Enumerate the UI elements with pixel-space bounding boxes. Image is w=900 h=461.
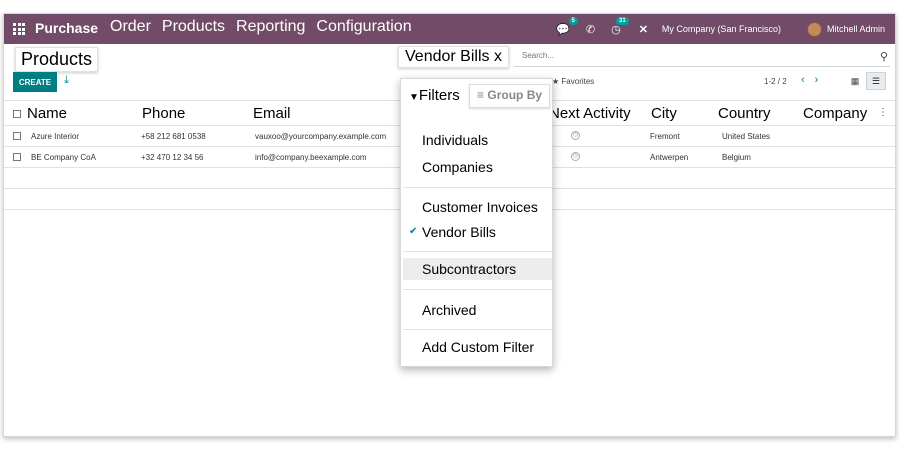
chat-badge: 5	[568, 16, 578, 25]
cell-city: Antwerpen	[650, 153, 689, 162]
pager-nav: ‹ ›	[801, 74, 818, 86]
filter-customer-invoices[interactable]: Customer Invoices	[422, 199, 538, 215]
page-title: Products	[15, 47, 99, 72]
row-checkbox[interactable]	[13, 132, 21, 140]
chat-icon[interactable]: 💬 5	[556, 16, 578, 36]
phone-icon[interactable]: ✆	[586, 23, 595, 36]
divider	[403, 329, 552, 330]
list-view-icon[interactable]: ☰	[866, 72, 886, 90]
cell-email: vauxoo@yourcompany.example.com	[255, 132, 387, 141]
search-bar: ⚲	[514, 47, 890, 67]
tools-icon[interactable]: ✕	[639, 23, 648, 36]
col-city[interactable]: City	[651, 105, 677, 122]
cell-phone: +58 212 681 0538	[141, 132, 206, 141]
tab-group-by[interactable]: ≡ Group By	[469, 84, 551, 108]
filter-vendor-bills[interactable]: Vendor Bills	[422, 224, 496, 240]
cell-name: Azure Interior	[31, 132, 80, 141]
user-avatar[interactable]	[806, 21, 822, 37]
check-icon: ✔	[409, 226, 418, 237]
favorites-toggle[interactable]: ★ Favorites	[552, 77, 594, 86]
download-icon[interactable]: ⤓	[64, 74, 69, 87]
search-facet-vendor-bills[interactable]: Vendor Bills x	[398, 46, 509, 68]
app-window: Purchase Order Products Reporting Config…	[3, 13, 896, 437]
select-all-checkbox[interactable]	[13, 110, 21, 118]
main-menu: Order Products Reporting Configuration	[110, 18, 412, 36]
chevron-left-icon[interactable]: ‹	[801, 74, 805, 86]
search-input[interactable]	[522, 51, 852, 60]
cell-phone: +32 470 12 34 56	[141, 153, 204, 162]
menu-order[interactable]: Order	[110, 18, 151, 36]
search-icon[interactable]: ⚲	[880, 50, 888, 63]
divider	[403, 187, 552, 188]
apps-grid-icon[interactable]	[13, 23, 25, 35]
menu-products[interactable]: Products	[162, 18, 225, 36]
cell-city: Fremont	[650, 132, 680, 141]
divider	[403, 251, 552, 252]
activity-clock-icon[interactable]: ◷	[571, 131, 580, 140]
stack-icon: ≡	[477, 88, 485, 102]
app-brand[interactable]: Purchase	[35, 20, 98, 36]
activity-badge: 31	[616, 16, 629, 25]
create-button[interactable]: CREATE	[13, 72, 57, 92]
filter-companies[interactable]: Companies	[422, 159, 493, 175]
star-icon: ★	[552, 77, 560, 86]
dropdown-tabs: ▼Filters ≡ Group By	[401, 79, 552, 112]
col-phone[interactable]: Phone	[142, 105, 185, 122]
col-country[interactable]: Country	[718, 105, 771, 122]
top-navbar: Purchase Order Products Reporting Config…	[4, 14, 895, 44]
filters-dropdown: ▼Filters ≡ Group By Individuals Companie…	[400, 78, 553, 367]
col-next-activity[interactable]: Next Activity	[549, 105, 631, 122]
cell-name: BE Company CoA	[31, 153, 96, 162]
cell-email: info@company.beexample.com	[255, 153, 367, 162]
cell-country: Belgium	[722, 153, 751, 162]
navbar-systray: 💬 5 ✆ ◷ 31 ✕ My Company (San Francisco) Mi…	[556, 14, 885, 44]
divider	[403, 289, 552, 290]
filter-subcontractors[interactable]: Subcontractors	[403, 258, 552, 280]
pager-value[interactable]: 1-2 / 2	[764, 77, 787, 86]
company-switcher[interactable]: My Company (San Francisco)	[662, 24, 781, 34]
cell-country: United States	[722, 132, 771, 141]
add-custom-filter[interactable]: Add Custom Filter	[422, 339, 534, 355]
funnel-icon: ▼	[409, 92, 419, 103]
tab-filters[interactable]: ▼Filters	[405, 84, 464, 112]
col-name[interactable]: Name	[27, 105, 67, 122]
row-checkbox[interactable]	[13, 153, 21, 161]
kanban-view-icon[interactable]: ▦	[847, 72, 863, 90]
filter-archived[interactable]: Archived	[422, 302, 476, 318]
user-menu[interactable]: Mitchell Admin	[827, 24, 885, 34]
col-company[interactable]: Company	[803, 105, 867, 122]
activity-clock-icon[interactable]: ◷	[571, 152, 580, 161]
optional-columns-icon[interactable]: ⋮	[878, 107, 888, 118]
col-email[interactable]: Email	[253, 105, 291, 122]
activity-clock-icon[interactable]: ◷ 31	[611, 16, 629, 36]
chevron-right-icon[interactable]: ›	[815, 74, 819, 86]
filter-individuals[interactable]: Individuals	[422, 132, 488, 148]
menu-reporting[interactable]: Reporting	[236, 18, 305, 36]
menu-configuration[interactable]: Configuration	[316, 18, 411, 36]
